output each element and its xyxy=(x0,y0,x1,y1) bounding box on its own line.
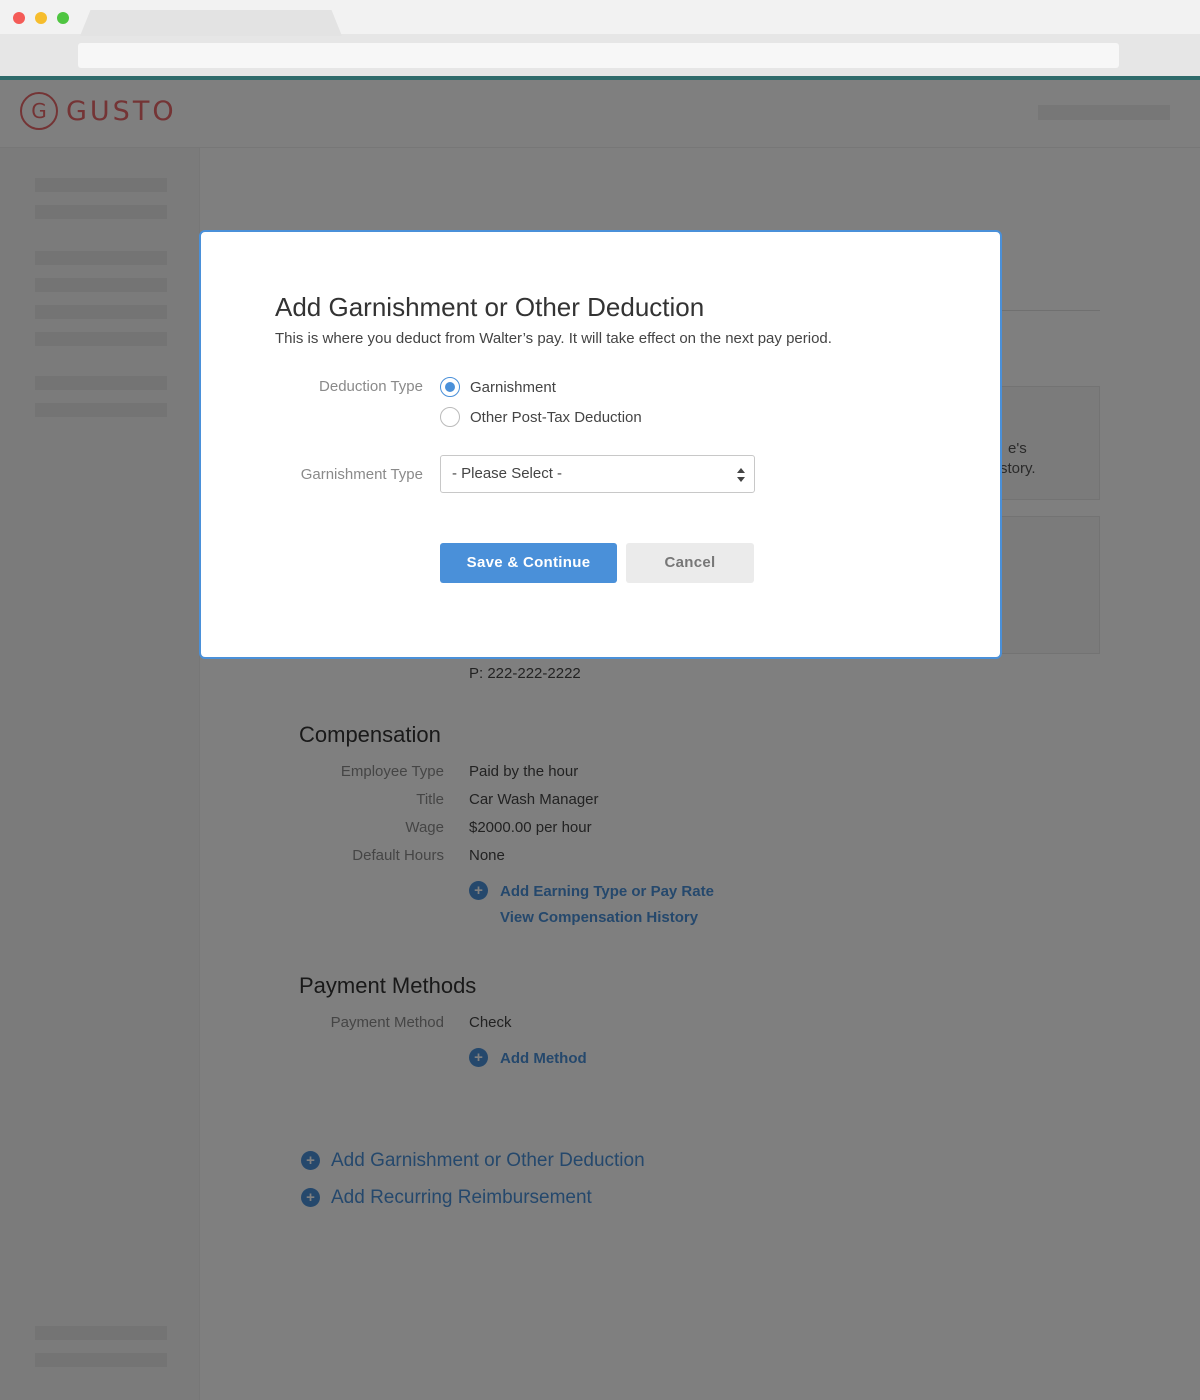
add-deduction-modal: Add Garnishment or Other Deduction This … xyxy=(199,230,1002,659)
close-window-button[interactable] xyxy=(13,12,25,24)
cancel-button[interactable]: Cancel xyxy=(626,543,754,583)
browser-chrome xyxy=(0,0,1200,76)
select-value: - Please Select - xyxy=(452,465,563,482)
garnishment-type-label: Garnishment Type xyxy=(300,466,423,483)
modal-title: Add Garnishment or Other Deduction xyxy=(275,292,705,322)
garnishment-type-select[interactable]: - Please Select - xyxy=(440,455,755,493)
address-bar[interactable] xyxy=(78,43,1119,68)
radio-label: Garnishment xyxy=(470,378,556,396)
browser-tab[interactable] xyxy=(80,10,342,36)
minimize-window-button[interactable] xyxy=(35,12,47,24)
deduction-type-label: Deduction Type xyxy=(319,378,423,395)
radio-garnishment[interactable]: Garnishment xyxy=(440,377,556,397)
maximize-window-button[interactable] xyxy=(57,12,69,24)
radio-other-post-tax[interactable]: Other Post-Tax Deduction xyxy=(440,407,642,427)
radio-label: Other Post-Tax Deduction xyxy=(470,408,642,426)
radio-button-checked[interactable] xyxy=(440,377,460,397)
select-arrows-icon xyxy=(737,468,745,482)
modal-subtitle: This is where you deduct from Walter’s p… xyxy=(275,330,832,347)
radio-button[interactable] xyxy=(440,407,460,427)
save-continue-button[interactable]: Save & Continue xyxy=(440,543,617,583)
